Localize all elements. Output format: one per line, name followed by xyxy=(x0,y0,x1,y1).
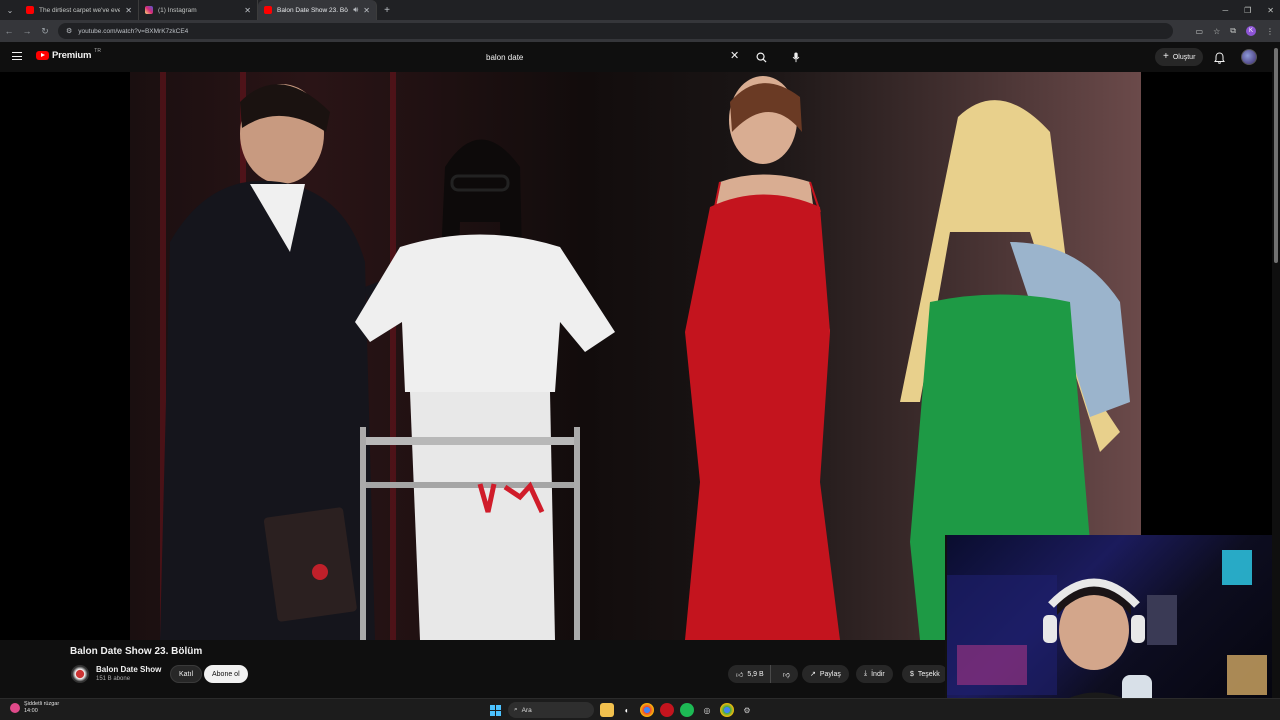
instagram-favicon-icon xyxy=(145,6,153,14)
file-explorer-icon[interactable] xyxy=(600,703,614,717)
chrome-icon[interactable] xyxy=(640,703,654,717)
subscribe-label: Abone ol xyxy=(212,670,240,678)
opera-icon[interactable] xyxy=(660,703,674,717)
spotify-icon[interactable] xyxy=(680,703,694,717)
share-icon: ↗ xyxy=(810,671,816,678)
tab-title: Balon Date Show 23. Bölüm xyxy=(277,6,348,14)
settings-gear-icon[interactable]: ⚙ xyxy=(740,703,754,717)
like-count: 5,9 B xyxy=(747,670,764,678)
like-dislike-group: 👍︎ 5,9 B 👎︎ xyxy=(728,665,798,683)
menu-icon[interactable] xyxy=(12,52,22,60)
create-button[interactable]: + Oluştur xyxy=(1155,48,1204,66)
close-tab-icon[interactable]: ✕ xyxy=(363,6,370,15)
thanks-label: Teşekk xyxy=(917,670,940,678)
youtube-premium-logo[interactable]: Premium TR xyxy=(36,47,101,61)
tab-title: The dirtiest carpet we've ever c xyxy=(39,6,121,14)
page-scrollbar[interactable] xyxy=(1272,42,1280,698)
share-button[interactable]: ↗ Paylaş xyxy=(802,665,849,683)
minimize-icon[interactable]: ─ xyxy=(1222,6,1228,15)
search-button[interactable] xyxy=(752,48,770,66)
join-button[interactable]: Katıl xyxy=(170,665,203,683)
close-tab-icon[interactable]: ✕ xyxy=(244,6,251,15)
download-icon: ⤓ xyxy=(864,670,868,677)
browser-tab-instagram[interactable]: (1) Instagram ✕ xyxy=(139,0,258,20)
create-label: Oluştur xyxy=(1172,53,1196,61)
youtube-favicon-icon xyxy=(26,6,34,14)
profile-avatar-icon[interactable]: K xyxy=(1246,26,1256,36)
url-text: youtube.com/watch?v=BXMrK7zkCE4 xyxy=(78,27,189,35)
new-tab-button[interactable]: + xyxy=(377,5,397,16)
github-icon[interactable]: ◎ xyxy=(700,703,714,717)
search-icon xyxy=(756,52,767,63)
webcam-overlay xyxy=(945,535,1272,720)
subscriber-count: 151 B abone xyxy=(96,676,131,682)
tab-search-icon[interactable]: ⌄ xyxy=(0,0,20,20)
notifications-button[interactable] xyxy=(1214,51,1225,69)
back-icon[interactable]: ← xyxy=(0,26,18,36)
dislike-button[interactable]: 👎︎ xyxy=(775,665,798,683)
thumbs-down-icon: 👎︎ xyxy=(782,671,790,679)
download-label: İndir xyxy=(871,670,885,678)
share-label: Paylaş xyxy=(819,670,841,678)
weather-description: Şiddetli rüzgar xyxy=(24,701,60,707)
brand-label: Premium xyxy=(52,50,92,61)
webcam-scene-illustration xyxy=(947,550,1267,720)
bookmark-star-icon[interactable]: ☆ xyxy=(1213,27,1220,36)
youtube-play-icon xyxy=(36,51,49,60)
channel-name[interactable]: Balon Date Show xyxy=(96,665,161,674)
reload-icon[interactable]: ↻ xyxy=(36,26,54,37)
forward-icon[interactable]: → xyxy=(18,26,36,36)
channel-avatar[interactable] xyxy=(71,665,89,683)
thanks-button[interactable]: $ Teşekk xyxy=(902,665,948,683)
region-label: TR xyxy=(94,47,101,54)
browser-tab-bar: ⌄ The dirtiest carpet we've ever c ✕ (1)… xyxy=(0,0,1280,20)
voice-search-button[interactable] xyxy=(786,47,806,67)
account-avatar[interactable] xyxy=(1241,49,1257,65)
browser-toolbar: ← → ↻ ⚙ youtube.com/watch?v=BXMrK7zkCE4 … xyxy=(0,20,1280,42)
close-tab-icon[interactable]: ✕ xyxy=(125,6,132,15)
restore-icon[interactable]: ❐ xyxy=(1244,6,1251,15)
youtube-favicon-icon xyxy=(264,6,272,14)
search-value: balon date xyxy=(486,52,524,62)
plus-icon: + xyxy=(1163,51,1169,62)
video-title: Balon Date Show 23. Bölüm xyxy=(70,646,203,657)
windows-start-icon[interactable] xyxy=(488,703,502,717)
weather-value: 14:00 xyxy=(24,708,38,714)
clear-search-icon[interactable]: ✕ xyxy=(730,50,739,62)
bell-icon xyxy=(1214,52,1225,64)
taskbar-search-label: Ara xyxy=(521,706,532,714)
speaker-icon[interactable]: 🔊︎ xyxy=(353,5,358,15)
windows-taskbar: Şiddetli rüzgar 14:00 ⌕ Ara ◐ ◎ ⚙ xyxy=(0,698,1280,720)
close-window-icon[interactable]: ✕ xyxy=(1267,6,1274,15)
tab-title: (1) Instagram xyxy=(158,6,197,14)
browser-tab-balon-date[interactable]: Balon Date Show 23. Bölüm 🔊︎ ✕ xyxy=(258,0,377,20)
extensions-icon[interactable]: ⧉ xyxy=(1230,26,1236,36)
youtube-header: Premium TR balon date ✕ + Oluştur xyxy=(0,42,1272,72)
scrollbar-thumb[interactable] xyxy=(1274,48,1278,263)
search-icon: ⌕ xyxy=(514,706,518,713)
taskbar-search[interactable]: ⌕ Ara xyxy=(508,702,594,718)
cast-icon[interactable]: ▭ xyxy=(1196,27,1204,36)
thanks-icon: $ xyxy=(910,670,914,678)
browser-tab-carpet[interactable]: The dirtiest carpet we've ever c ✕ xyxy=(20,0,139,20)
site-info-icon[interactable]: ⚙ xyxy=(66,27,72,35)
address-bar[interactable]: ⚙ youtube.com/watch?v=BXMrK7zkCE4 xyxy=(58,23,1173,39)
microphone-icon xyxy=(792,51,800,62)
join-label: Katıl xyxy=(179,670,194,678)
browser-menu-icon[interactable]: ⋮ xyxy=(1266,27,1274,36)
chrome-profile-icon[interactable] xyxy=(720,703,734,717)
download-button[interactable]: ⤓ İndir xyxy=(856,665,893,683)
search-input[interactable]: balon date xyxy=(478,47,748,67)
weather-widget[interactable]: Şiddetli rüzgar 14:00 xyxy=(10,701,59,715)
weather-icon xyxy=(10,703,20,713)
thumbs-up-icon: 👍︎ xyxy=(736,671,744,679)
like-button[interactable]: 👍︎ 5,9 B xyxy=(728,665,771,683)
steam-icon[interactable]: ◐ xyxy=(620,703,634,717)
subscribe-button[interactable]: Abone ol xyxy=(204,665,248,683)
